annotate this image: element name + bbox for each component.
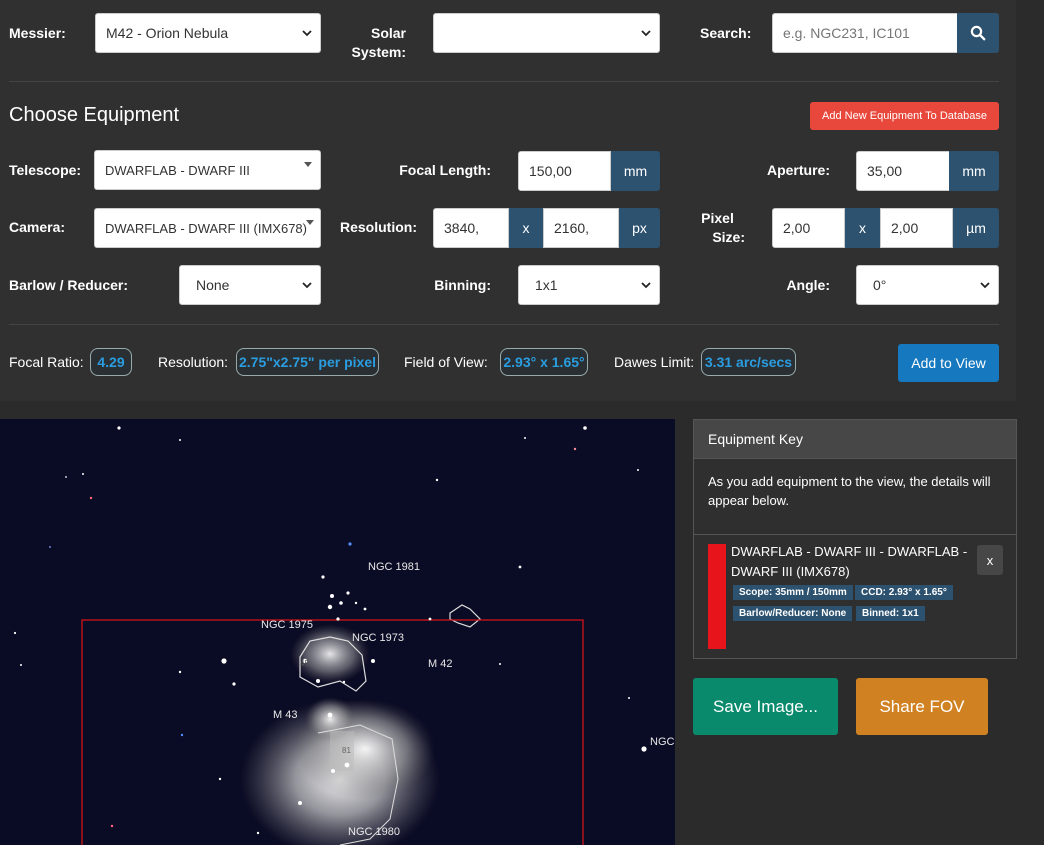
resolution-unit: px <box>619 208 660 248</box>
camera-label: Camera: <box>9 219 66 235</box>
fov-label: Field of View: <box>404 354 488 370</box>
sky-chart: NGC 1981 NGC 1975 NGC 1973 M 42 M 43 NGC… <box>13 426 675 845</box>
search-button[interactable] <box>957 13 999 53</box>
camera-select[interactable]: DWARFLAB - DWARF III (IMX678) <box>94 208 321 248</box>
dawes-label: Dawes Limit: <box>614 354 695 370</box>
tag-ccd: CCD: 2.93° x 1.65° <box>855 585 953 600</box>
chevron-down-icon <box>302 282 312 289</box>
aperture-unit: mm <box>949 151 999 191</box>
chevron-down-icon <box>641 282 651 289</box>
solar-system-select[interactable] <box>433 13 660 53</box>
resolution-x-input[interactable]: 3840, <box>433 208 509 248</box>
label-ngc1980: NGC 1980 <box>348 826 400 838</box>
equipment-key-description: As you add equipment to the view, the de… <box>708 474 991 508</box>
binning-value: 1x1 <box>535 277 558 293</box>
resolution-y-input[interactable]: 2160, <box>543 208 619 248</box>
tag-binned: Binned: 1x1 <box>856 606 925 621</box>
focal-length-label: Focal Length: <box>399 162 491 178</box>
tag-scope: Scope: 35mm / 150mm <box>733 585 853 600</box>
search-input[interactable] <box>772 13 958 53</box>
barlow-select[interactable]: None <box>179 265 321 305</box>
section-heading: Choose Equipment <box>9 104 180 126</box>
focal-ratio-label: Focal Ratio: <box>9 354 84 370</box>
save-image-button[interactable]: Save Image... <box>693 678 838 735</box>
add-to-view-button[interactable]: Add to View <box>898 344 999 382</box>
pixel-size-x-input[interactable]: 2,00 <box>772 208 845 248</box>
angle-select[interactable]: 0° <box>856 265 999 305</box>
dawes-badge: 3.31 arc/secs <box>701 348 796 376</box>
label-ngc1981: NGC 1981 <box>368 561 420 573</box>
equipment-key-panel: Equipment Key As you add equipment to th… <box>693 419 1017 659</box>
messier-value: M42 - Orion Nebula <box>106 25 229 41</box>
pixel-size-separator: x <box>845 208 880 248</box>
barlow-value: None <box>196 277 230 293</box>
solar-system-label: Solar System: <box>351 25 406 60</box>
label-m42: M 42 <box>428 658 452 670</box>
binning-select[interactable]: 1x1 <box>518 265 660 305</box>
search-icon <box>970 25 986 41</box>
resolution-badge: 2.75"x2.75" per pixel <box>236 348 379 376</box>
divider <box>9 81 999 82</box>
sky-view[interactable]: NGC 1981 NGC 1975 NGC 1973 M 42 M 43 NGC… <box>0 419 675 845</box>
telescope-value: DWARFLAB - DWARF III <box>105 162 250 178</box>
equipment-key-title: Equipment Key <box>694 420 1016 459</box>
search-label: Search: <box>700 25 752 41</box>
controls-panel: Messier: M42 - Orion Nebula Solar System:… <box>0 0 1016 401</box>
focal-ratio-badge: 4.29 <box>90 348 132 376</box>
resolution-stat-label: Resolution: <box>158 354 229 370</box>
caret-down-icon <box>306 220 314 225</box>
focal-length-input[interactable]: 150,00 <box>518 151 611 191</box>
scrollbar-track[interactable] <box>1016 0 1044 845</box>
label-ngc1973: NGC 1973 <box>352 632 404 644</box>
aperture-input[interactable]: 35,00 <box>856 151 950 191</box>
remove-equipment-button[interactable]: x <box>977 545 1003 575</box>
pixel-size-label: Pixel Size: <box>701 210 745 245</box>
pixel-size-unit: µm <box>953 208 999 248</box>
angle-value: 0° <box>873 277 887 293</box>
chevron-down-icon <box>302 30 312 37</box>
resolution-separator: x <box>509 208 543 248</box>
chevron-down-icon <box>980 282 990 289</box>
telescope-select[interactable]: DWARFLAB - DWARF III <box>94 150 321 190</box>
label-ngc-edge: NGC <box>650 736 675 748</box>
binning-label: Binning: <box>434 277 491 293</box>
messier-label: Messier: <box>9 25 66 41</box>
object-outline <box>449 604 481 628</box>
tag-barlow: Barlow/Reducer: None <box>733 606 853 621</box>
divider <box>9 324 999 325</box>
label-45: 45 <box>300 659 309 668</box>
camera-value: DWARFLAB - DWARF III (IMX678) <box>105 220 307 236</box>
add-equipment-db-button[interactable]: Add New Equipment To Database <box>810 102 999 130</box>
aperture-label: Aperture: <box>766 162 830 178</box>
barlow-label: Barlow / Reducer: <box>9 277 129 293</box>
equipment-color-swatch <box>708 544 726 649</box>
angle-label: Angle: <box>786 277 830 293</box>
share-fov-button[interactable]: Share FOV <box>856 678 988 735</box>
divider <box>694 534 1016 535</box>
fov-badge: 2.93° x 1.65° <box>500 348 588 376</box>
resolution-label: Resolution: <box>340 219 417 235</box>
telescope-label: Telescope: <box>9 162 82 178</box>
pixel-size-y-input[interactable]: 2,00 <box>880 208 953 248</box>
caret-down-icon <box>304 162 312 167</box>
focal-length-unit: mm <box>611 151 660 191</box>
messier-select[interactable]: M42 - Orion Nebula <box>95 13 321 53</box>
label-m43: M 43 <box>273 709 297 721</box>
label-81: 81 <box>342 746 351 755</box>
label-ngc1975: NGC 1975 <box>261 619 313 631</box>
equipment-entry-name: DWARFLAB - DWARF III - DWARFLAB - DWARF … <box>731 544 968 579</box>
chevron-down-icon <box>641 30 651 37</box>
